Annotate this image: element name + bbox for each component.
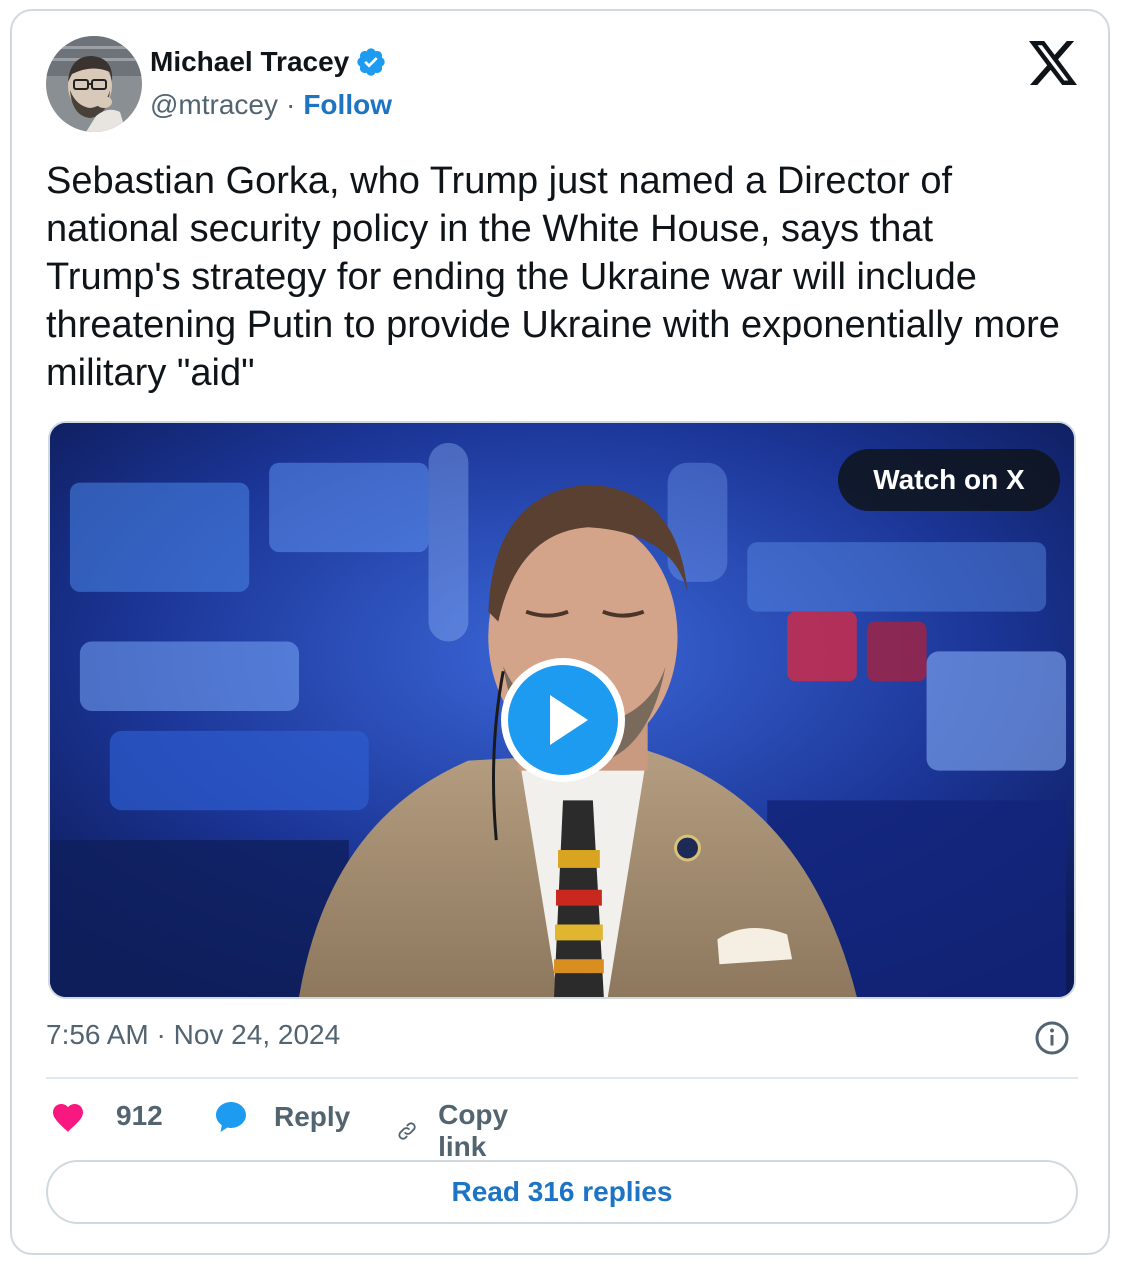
link-icon: [398, 1122, 416, 1140]
avatar[interactable]: [46, 36, 142, 132]
tweet-card: Michael Tracey @mtracey · Follow Sebasti…: [10, 9, 1110, 1255]
copy-link-label: Copy link: [438, 1099, 509, 1162]
tweet-timestamp[interactable]: 7:56 AM · Nov 24, 2024: [46, 1019, 340, 1051]
like-button[interactable]: 912: [50, 1099, 163, 1133]
follow-link[interactable]: Follow: [303, 89, 392, 121]
author-handle[interactable]: @mtracey: [150, 89, 278, 121]
read-replies-button[interactable]: Read 316 replies: [46, 1160, 1078, 1224]
reply-label: Reply: [274, 1101, 351, 1132]
author-handle-row: @mtracey · Follow: [150, 89, 392, 121]
play-icon[interactable]: [498, 655, 628, 785]
watch-on-x-button[interactable]: Watch on X: [838, 449, 1060, 511]
author-name-row: Michael Tracey: [150, 46, 387, 78]
tweet-text: Sebastian Gorka, who Trump just named a …: [46, 160, 1060, 394]
verified-badge-icon: [357, 48, 385, 76]
heart-icon: [53, 1104, 83, 1132]
speech-bubble-icon: [216, 1102, 246, 1132]
like-count: 912: [116, 1100, 163, 1131]
info-icon[interactable]: [1034, 1020, 1070, 1056]
reply-button[interactable]: Reply: [212, 1099, 350, 1135]
author-name[interactable]: Michael Tracey: [150, 46, 349, 78]
divider: [46, 1077, 1078, 1079]
separator-dot: ·: [286, 89, 296, 120]
video-player[interactable]: Watch on X: [48, 421, 1076, 999]
copy-link-button[interactable]: Copy link: [396, 1099, 520, 1163]
x-logo-icon[interactable]: [1028, 41, 1078, 85]
